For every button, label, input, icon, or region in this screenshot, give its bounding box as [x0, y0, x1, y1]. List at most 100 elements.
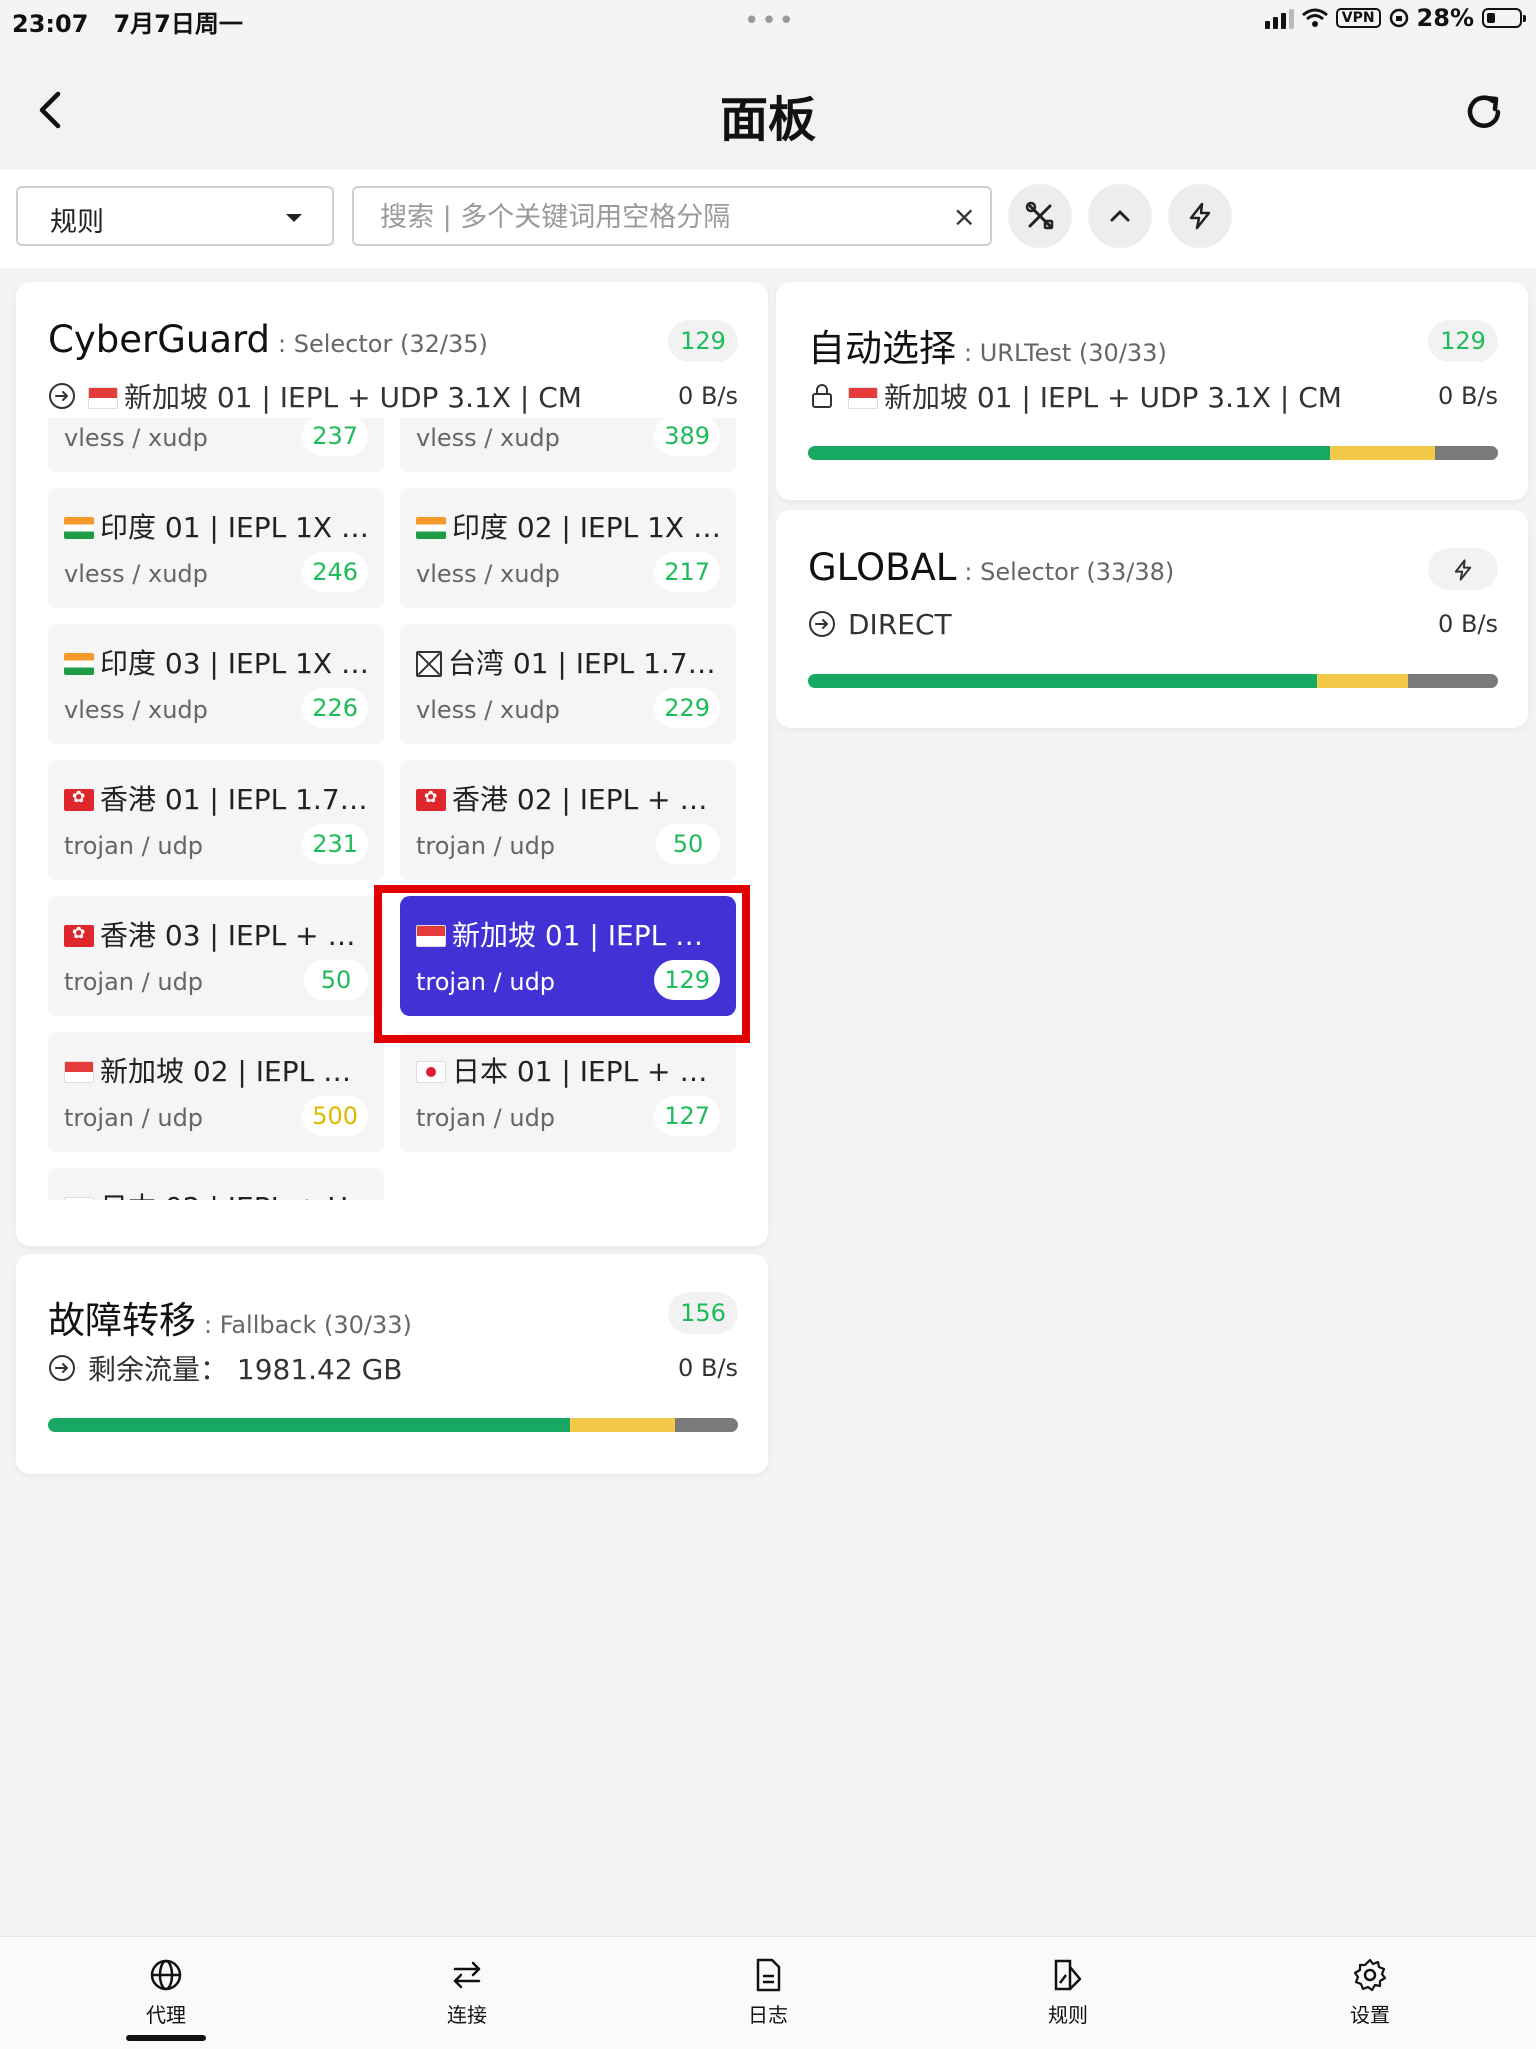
group-current: 新加坡 01 | IEPL + UDP 3.1X | CM: [124, 381, 582, 414]
tab-connections[interactable]: 连接: [407, 1957, 527, 2028]
node-type: trojan / udp: [64, 968, 204, 996]
node-delay[interactable]: 226: [302, 688, 368, 728]
lightning-icon: [1189, 202, 1211, 230]
singapore-flag-icon: [848, 387, 878, 409]
node-delay[interactable]: 246: [302, 552, 368, 592]
node-item[interactable]: 日本 01 | IEPL + UDP trojan / udp 127: [400, 1032, 736, 1152]
node-name: 日本 02 | IEPL + U: [100, 1191, 348, 1200]
group-current-row: DIRECT 0 B/s: [808, 604, 1498, 644]
node-type: trojan / udp: [416, 832, 556, 860]
tab-rules[interactable]: 规则: [1008, 1957, 1128, 2028]
rotation-lock-icon: [1389, 8, 1408, 28]
node-item[interactable]: 台湾 01 | IEPL 1.7X | CM vless / xudp 229: [400, 624, 736, 744]
japan-flag-icon: [64, 1197, 94, 1200]
group-current-row: 新加坡 01 | IEPL + UDP 3.1X | CM 0 B/s: [808, 376, 1498, 416]
vpn-badge: VPN: [1335, 8, 1381, 28]
speed-test-button[interactable]: [1168, 184, 1232, 248]
tab-proxy[interactable]: 代理: [106, 1957, 226, 2028]
group-type: : Fallback (30/33): [204, 1311, 412, 1339]
search-box[interactable]: ×: [352, 186, 992, 246]
singapore-flag-icon: [88, 387, 118, 409]
node-item[interactable]: 印度 02 | IEPL 1X | CM vless / xudp 217: [400, 488, 736, 608]
group-delay-badge[interactable]: 129: [668, 320, 738, 362]
tools-button[interactable]: [1008, 184, 1072, 248]
node-name: 香港 02 | IEPL + UDP: [452, 783, 724, 816]
selection-highlight: [374, 885, 750, 1043]
refresh-icon[interactable]: [1462, 90, 1506, 134]
lock-icon: [812, 384, 832, 408]
hong-kong-flag-icon: [416, 789, 446, 811]
tab-settings[interactable]: 设置: [1310, 1957, 1430, 2028]
node-item[interactable]: 香港 02 | IEPL + UDP trojan / udp 50: [400, 760, 736, 880]
india-flag-icon: [64, 653, 94, 675]
group-delay-badge[interactable]: 156: [668, 1292, 738, 1334]
node-delay[interactable]: 231: [302, 824, 368, 864]
node-delay[interactable]: 127: [654, 1096, 720, 1136]
node-name: 香港 01 | IEPL 1.7X | CM: [100, 783, 372, 816]
rules-icon: [1054, 1959, 1082, 1991]
caret-down-icon: [286, 214, 302, 222]
node-item[interactable]: 印度 01 | IEPL 1X | CM vless / xudp 246: [48, 488, 384, 608]
node-delay[interactable]: 389: [654, 418, 720, 456]
tab-label: 代理: [146, 2003, 186, 2027]
node-item[interactable]: 印度 03 | IEPL 1X | CM vless / xudp 226: [48, 624, 384, 744]
singapore-flag-icon: [64, 1061, 94, 1083]
node-delay[interactable]: 500: [302, 1096, 368, 1136]
tab-label: 规则: [1048, 2003, 1088, 2027]
japan-flag-icon: [416, 1061, 446, 1083]
node-name: 印度 01 | IEPL 1X | CM: [100, 511, 372, 544]
node-item[interactable]: vless / xudp 389: [400, 418, 736, 472]
taiwan-flag-icon: [416, 651, 442, 677]
active-tab-indicator: [126, 2035, 206, 2041]
multitask-dots[interactable]: •••: [744, 6, 796, 36]
group-name: 自动选择: [808, 327, 956, 370]
group-name: GLOBAL: [808, 546, 957, 589]
group-card-global[interactable]: GLOBAL : Selector (33/38) DIRECT 0 B/s: [776, 510, 1528, 728]
tools-icon: [1025, 201, 1054, 230]
node-delay[interactable]: 229: [654, 688, 720, 728]
node-type: vless / xudp: [416, 424, 560, 452]
india-flag-icon: [64, 517, 94, 539]
node-name: 台湾 01 | IEPL 1.7X | CM: [448, 647, 724, 680]
group-name: 故障转移: [48, 1299, 196, 1342]
tab-label: 设置: [1350, 2003, 1390, 2027]
node-delay[interactable]: 50: [304, 960, 368, 1000]
tab-logs[interactable]: 日志: [708, 1957, 828, 2028]
node-item[interactable]: 香港 03 | IEPL + UDP trojan / udp 50: [48, 896, 384, 1016]
node-item[interactable]: vless / xudp 237: [48, 418, 384, 472]
clear-icon[interactable]: ×: [953, 200, 976, 233]
group-type: : URLTest (30/33): [964, 339, 1167, 367]
mode-select[interactable]: 规则: [16, 186, 334, 246]
group-current: 剩余流量： 1981.42 GB: [88, 1353, 403, 1386]
node-delay[interactable]: 217: [654, 552, 720, 592]
group-speed: 0 B/s: [678, 1354, 738, 1382]
node-delay[interactable]: 237: [302, 418, 368, 456]
node-item[interactable]: 日本 02 | IEPL + U: [48, 1168, 384, 1200]
node-name: 日本 01 | IEPL + UDP: [452, 1055, 724, 1088]
group-type: : Selector (32/35): [278, 330, 488, 358]
group-current-row: 新加坡 01 | IEPL + UDP 3.1X | CM 0 B/s: [48, 376, 738, 416]
status-icons: VPN 28%: [1264, 4, 1526, 32]
node-item[interactable]: 新加坡 02 | IEPL + UDP trojan / udp 500: [48, 1032, 384, 1152]
group-title-row: GLOBAL : Selector (33/38): [808, 546, 1174, 589]
node-name: 香港 03 | IEPL + UDP: [100, 919, 372, 952]
collapse-button[interactable]: [1088, 184, 1152, 248]
arrow-circle-icon: [49, 383, 75, 409]
group-card-auto-select[interactable]: 自动选择 : URLTest (30/33) 129 新加坡 01 | IEPL…: [776, 282, 1528, 500]
node-item[interactable]: 香港 01 | IEPL 1.7X | CM trojan / udp 231: [48, 760, 384, 880]
group-current: DIRECT: [848, 607, 952, 641]
group-card-fallback[interactable]: 故障转移 : Fallback (30/33) 156 剩余流量： 1981.4…: [16, 1254, 768, 1474]
battery-percent: 28%: [1416, 4, 1474, 32]
node-delay[interactable]: 50: [656, 824, 720, 864]
document-icon: [756, 1958, 781, 1992]
node-name: 新加坡 02 | IEPL + UDP: [100, 1055, 372, 1088]
delay-distribution-bar: [808, 674, 1498, 688]
group-delay-badge[interactable]: 129: [1428, 320, 1498, 362]
group-card-cyberguard[interactable]: CyberGuard : Selector (32/35) 129 新加坡 01…: [16, 282, 768, 1246]
search-input[interactable]: [378, 198, 922, 236]
node-type: trojan / udp: [64, 832, 204, 860]
toolbar: 规则 ×: [0, 170, 1536, 268]
node-type: vless / xudp: [64, 696, 208, 724]
node-type: vless / xudp: [416, 560, 560, 588]
group-test-button[interactable]: [1428, 548, 1498, 590]
